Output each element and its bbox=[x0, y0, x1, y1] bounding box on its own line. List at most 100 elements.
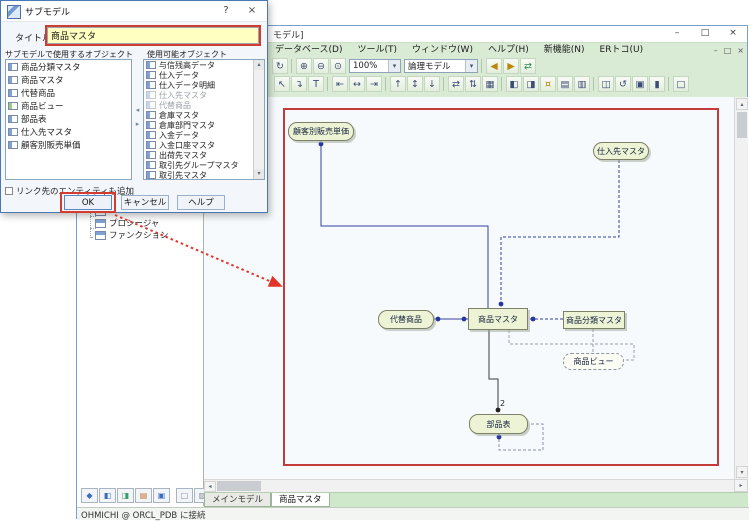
nav-forward-icon[interactable]: ▶ bbox=[503, 58, 519, 74]
list-item[interactable]: 与信残高データ bbox=[144, 60, 264, 70]
vertical-scrollbar[interactable]: ▴ ▾ bbox=[734, 97, 748, 479]
list-item[interactable]: 仕入データ bbox=[144, 70, 264, 80]
menu-database[interactable]: データベース(D) bbox=[275, 43, 343, 58]
key-icon[interactable]: ¤ bbox=[540, 76, 556, 92]
menu-help[interactable]: ヘルプ(H) bbox=[488, 43, 529, 58]
dialog-close-button[interactable]: × bbox=[239, 1, 265, 20]
list-item[interactable]: 商品分類マスタ bbox=[6, 60, 131, 73]
list-item[interactable]: 仕入先マスタ bbox=[144, 90, 264, 100]
align-middle-icon[interactable]: ↕ bbox=[407, 76, 423, 92]
tree-item-function[interactable]: ファンクション bbox=[95, 229, 169, 241]
window-cascade-icon[interactable]: ◫ bbox=[598, 76, 614, 92]
relationship-list-icon[interactable]: ◨ bbox=[523, 76, 539, 92]
entity-node[interactable]: 顧客別販売単価 bbox=[288, 122, 354, 141]
list-item[interactable]: 部品表 bbox=[6, 112, 131, 125]
grid-layout-icon[interactable]: ▦ bbox=[482, 76, 498, 92]
scroll-down-icon[interactable]: ▾ bbox=[254, 169, 264, 179]
window-close-button[interactable]: × bbox=[721, 26, 745, 41]
list-item[interactable]: 取引先グループマスタ bbox=[144, 160, 264, 170]
window-minimize-button[interactable]: – bbox=[665, 26, 689, 41]
scroll-down-icon[interactable]: ▾ bbox=[736, 466, 748, 478]
diagram-canvas[interactable]: 顧客別販売単価 仕入先マスタ 代替商品 商品マスタ 商品分類マスタ 商品ビュー … bbox=[204, 97, 734, 479]
entity-node[interactable]: 仕入先マスタ bbox=[593, 142, 649, 160]
checkbox-icon[interactable] bbox=[5, 187, 13, 195]
menu-window[interactable]: ウィンドウ(W) bbox=[412, 43, 473, 58]
entity-node[interactable]: 部品表 bbox=[469, 414, 528, 434]
list-item[interactable]: 入金口座マスタ bbox=[144, 140, 264, 150]
menu-ertoko[interactable]: ERトコ(U) bbox=[600, 43, 644, 58]
align-top-icon[interactable]: ↑ bbox=[390, 76, 406, 92]
align-right-icon[interactable]: ⇥ bbox=[366, 76, 382, 92]
zoom-actual-icon[interactable]: ⊙ bbox=[330, 58, 346, 74]
reset-view-icon[interactable]: ↺ bbox=[615, 76, 631, 92]
scroll-up-icon[interactable]: ▴ bbox=[736, 98, 748, 110]
zoom-out-icon[interactable]: ⊖ bbox=[313, 58, 329, 74]
nav-back-icon[interactable]: ◀ bbox=[486, 58, 502, 74]
align-center-icon[interactable]: ↔ bbox=[349, 76, 365, 92]
entity-list-icon[interactable]: ◧ bbox=[506, 76, 522, 92]
mdi-minimize-button[interactable]: – bbox=[714, 44, 718, 57]
er-model-tab-icon[interactable]: ◆ bbox=[81, 488, 98, 503]
sync-model-icon[interactable]: ⇄ bbox=[520, 58, 536, 74]
list-scrollbar[interactable]: ▴ ▾ bbox=[253, 60, 264, 179]
list-item[interactable]: 代替商品 bbox=[144, 100, 264, 110]
list-item[interactable]: 代替商品 bbox=[6, 86, 131, 99]
tree-item-procedure[interactable]: プロシージャ bbox=[95, 217, 159, 229]
list-item[interactable]: 出荷先マスタ bbox=[144, 150, 264, 160]
list-item[interactable]: 取引先マスタ bbox=[144, 170, 264, 180]
move-right-button[interactable]: ▸ bbox=[133, 119, 142, 129]
entity-node[interactable]: 商品マスタ bbox=[468, 308, 528, 330]
list-item[interactable]: 倉庫部門マスタ bbox=[144, 120, 264, 130]
list-item[interactable]: 倉庫マスタ bbox=[144, 110, 264, 120]
view-node[interactable]: 商品ビュー bbox=[563, 353, 624, 370]
scroll-left-icon[interactable]: ◂ bbox=[204, 481, 216, 492]
ok-button[interactable]: OK bbox=[64, 195, 112, 210]
entity-node[interactable]: 代替商品 bbox=[378, 310, 434, 329]
mdi-close-button[interactable]: × bbox=[737, 44, 744, 57]
model-type-select[interactable]: 論理モデル ▾ bbox=[404, 59, 478, 73]
list-item[interactable]: 商品ビュー bbox=[6, 99, 131, 112]
list-item[interactable]: 入金データ bbox=[144, 130, 264, 140]
pointer-tool-icon[interactable]: ↖ bbox=[274, 76, 290, 92]
zoom-in-icon[interactable]: ⊕ bbox=[296, 58, 312, 74]
available-objects-list[interactable]: 与信残高データ 仕入データ 仕入データ明細 仕入先マスタ 代替商品 倉庫マスタ … bbox=[143, 59, 265, 180]
vertical-scroll-thumb[interactable] bbox=[737, 112, 747, 138]
menu-new-features[interactable]: 新機能(N) bbox=[544, 43, 585, 58]
index-icon[interactable]: ▤ bbox=[557, 76, 573, 92]
horizontal-scrollbar[interactable]: ◂ bbox=[204, 479, 734, 492]
menu-tools[interactable]: ツール(T) bbox=[358, 43, 398, 58]
page-tab-icon[interactable]: □ bbox=[176, 488, 193, 503]
zoom-level-select[interactable]: 100% ▾ bbox=[349, 59, 401, 73]
redo-icon[interactable]: ↻ bbox=[272, 58, 288, 74]
scroll-up-icon[interactable]: ▴ bbox=[254, 60, 264, 70]
distribute-vertical-icon[interactable]: ⇅ bbox=[465, 76, 481, 92]
connector-tool-icon[interactable]: ↴ bbox=[291, 76, 307, 92]
diagram-tab-icon[interactable]: ◧ bbox=[99, 488, 116, 503]
image-export-icon[interactable]: ▣ bbox=[632, 76, 648, 92]
text-tool-icon[interactable]: T bbox=[308, 76, 324, 92]
mdi-restore-button[interactable]: □ bbox=[724, 44, 732, 57]
tab-product-master[interactable]: 商品マスタ bbox=[271, 493, 330, 507]
help-button[interactable]: ヘルプ bbox=[177, 195, 225, 210]
image-tab-icon[interactable]: ▣ bbox=[153, 488, 170, 503]
dialog-help-button[interactable]: ? bbox=[213, 1, 239, 20]
table-tab-icon[interactable]: ▤ bbox=[135, 488, 152, 503]
move-left-button[interactable]: ◂ bbox=[133, 105, 142, 115]
cancel-button[interactable]: キャンセル bbox=[121, 195, 169, 210]
align-bottom-icon[interactable]: ↓ bbox=[424, 76, 440, 92]
dark-page-icon[interactable]: ▮ bbox=[649, 76, 665, 92]
align-left-icon[interactable]: ⇤ bbox=[332, 76, 348, 92]
distribute-horizontal-icon[interactable]: ⇄ bbox=[448, 76, 464, 92]
entity-node[interactable]: 商品分類マスタ bbox=[563, 311, 625, 329]
horizontal-scroll-thumb[interactable] bbox=[217, 481, 261, 491]
blank-box-icon[interactable]: □ bbox=[673, 76, 689, 92]
list-item[interactable]: 仕入データ明細 bbox=[144, 80, 264, 90]
title-input[interactable] bbox=[47, 27, 259, 44]
list-item[interactable]: 商品マスタ bbox=[6, 73, 131, 86]
layers-tab-icon[interactable]: ◨ bbox=[117, 488, 134, 503]
used-objects-list[interactable]: 商品分類マスタ 商品マスタ 代替商品 商品ビュー 部品表 仕入先マスタ 顧客別販… bbox=[5, 59, 132, 180]
list-item[interactable]: 仕入先マスタ bbox=[6, 125, 131, 138]
tab-main-model[interactable]: メインモデル bbox=[204, 493, 271, 507]
scroll-right-icon[interactable]: ▸ bbox=[734, 479, 748, 492]
list-item[interactable]: 顧客別販売単価 bbox=[6, 138, 131, 151]
